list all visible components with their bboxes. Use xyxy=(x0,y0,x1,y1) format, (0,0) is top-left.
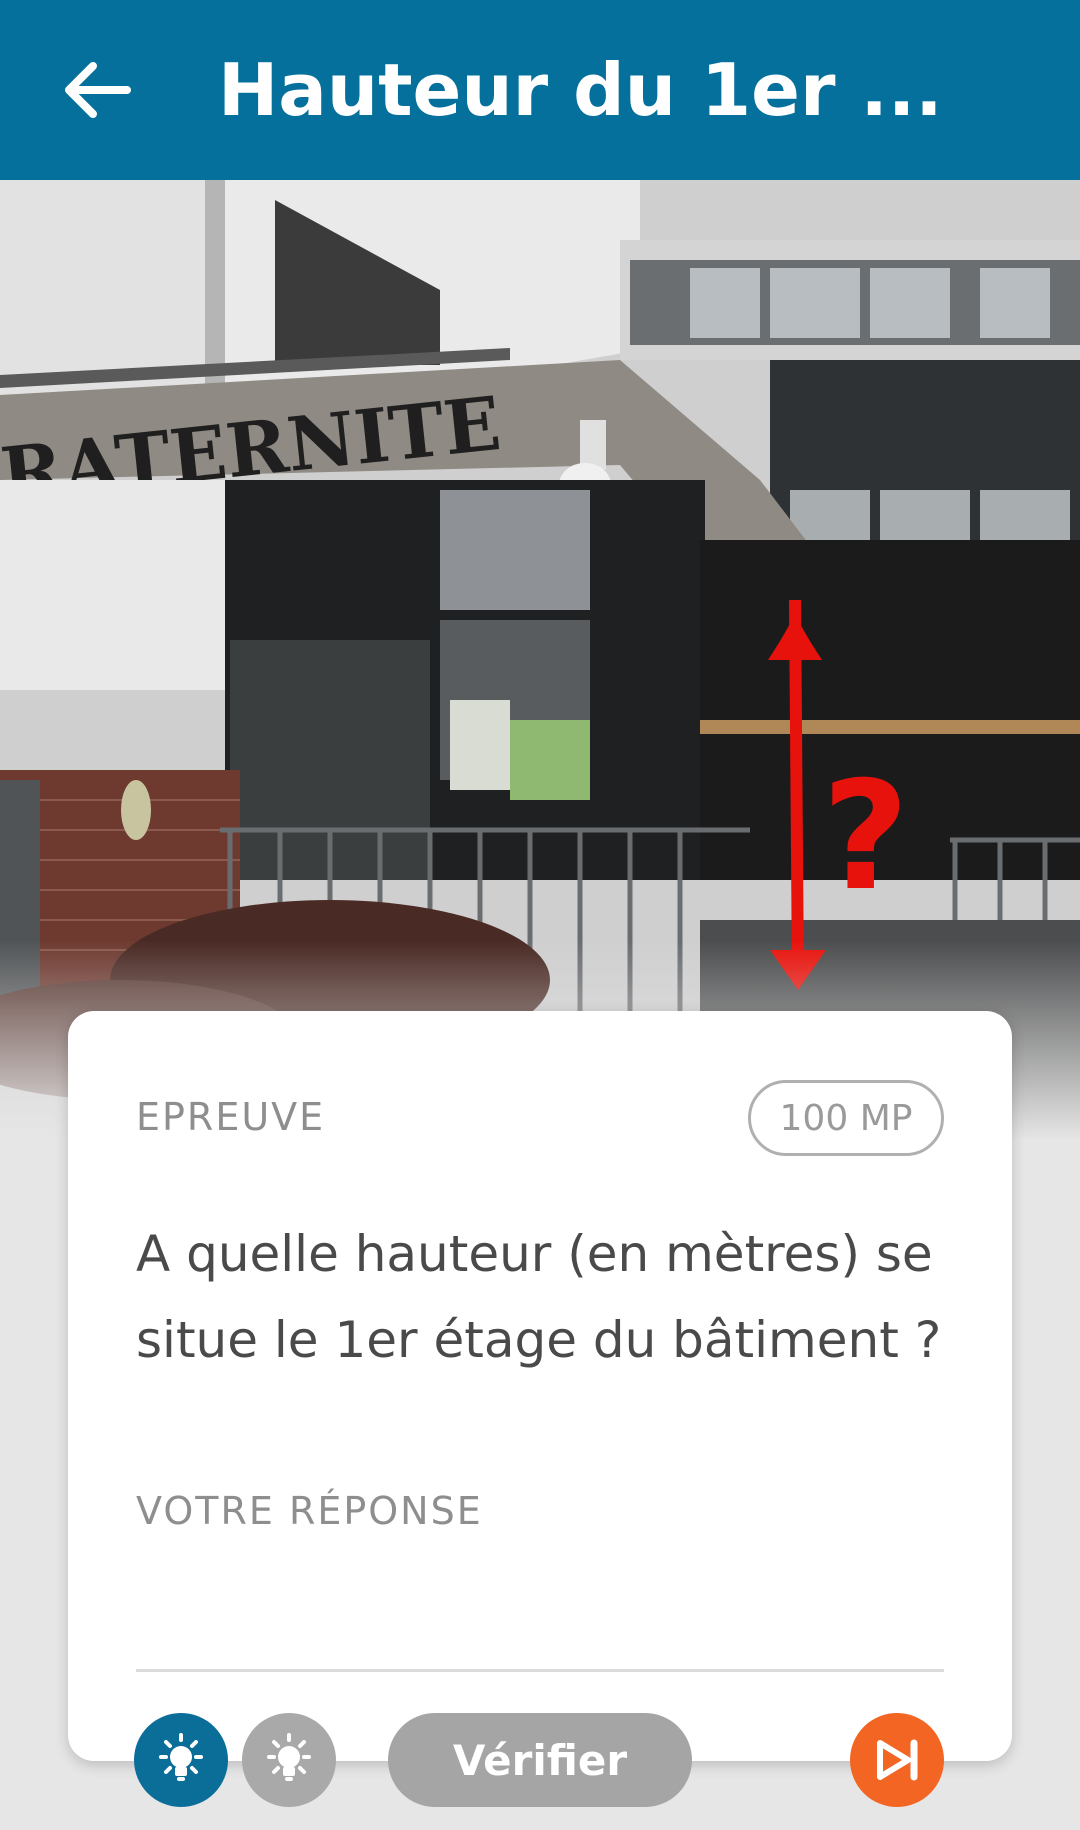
answer-input[interactable] xyxy=(136,1581,944,1672)
hint-1-button[interactable] xyxy=(134,1713,228,1807)
answer-label: VOTRE RÉPONSE xyxy=(136,1489,483,1533)
verify-button[interactable]: Vérifier xyxy=(388,1713,692,1807)
skip-button[interactable] xyxy=(850,1713,944,1807)
hint-2-button[interactable] xyxy=(242,1713,336,1807)
challenge-card: EPREUVE 100 MP A quelle hauteur (en mètr… xyxy=(68,1011,1012,1761)
lightbulb-icon xyxy=(267,1733,311,1781)
app-bar: Hauteur du 1er ... xyxy=(0,0,1080,180)
skip-next-icon xyxy=(877,1739,918,1781)
arrow-left-icon xyxy=(65,62,131,118)
lightbulb-icon xyxy=(159,1733,203,1781)
question-mark-overlay: ? xyxy=(822,750,909,924)
section-label: EPREUVE xyxy=(136,1095,326,1139)
question-text: A quelle hauteur (en mètres) se situe le… xyxy=(136,1225,942,1369)
back-button[interactable] xyxy=(48,42,144,138)
page-title: Hauteur du 1er ... xyxy=(218,48,943,132)
points-badge: 100 MP xyxy=(748,1080,944,1156)
